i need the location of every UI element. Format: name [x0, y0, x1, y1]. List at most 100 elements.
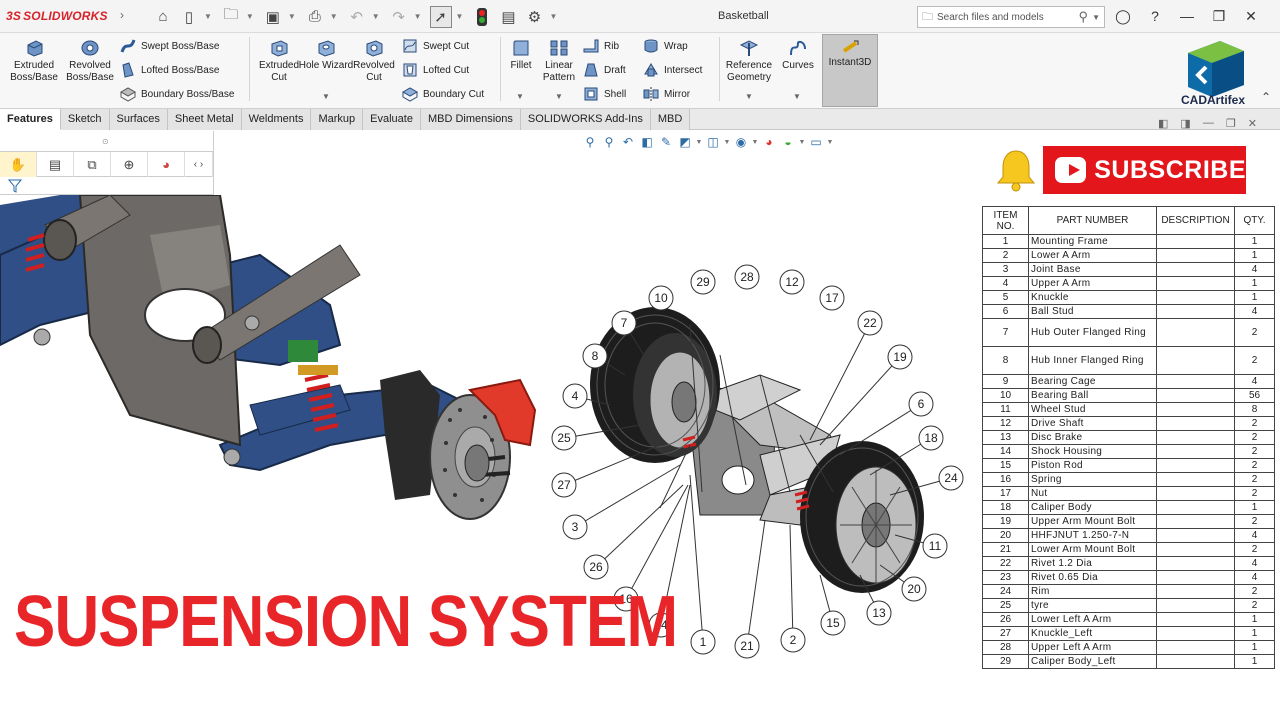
chevron-down-icon[interactable]: ▼: [799, 134, 806, 150]
menu-expand-icon[interactable]: ›: [120, 8, 124, 22]
curves-button[interactable]: Curves: [778, 37, 818, 72]
callout-balloon[interactable]: 10: [648, 285, 674, 311]
callout-balloon[interactable]: 11: [922, 533, 948, 559]
section-view-icon[interactable]: ◧: [639, 134, 655, 150]
chevron-down-icon[interactable]: ▼: [793, 92, 801, 101]
hide-show-items-icon[interactable]: ◉: [733, 134, 749, 150]
dimxpert-manager-tab-icon[interactable]: ⊕: [111, 152, 148, 177]
view-settings-icon[interactable]: ▭: [808, 134, 824, 150]
previous-view-icon[interactable]: ↶: [620, 134, 636, 150]
instant3d-button[interactable]: Instant3D: [822, 34, 878, 107]
lofted-boss-button[interactable]: Lofted Boss/Base: [120, 60, 219, 80]
extruded-boss-button[interactable]: Extruded Boss/Base: [6, 37, 62, 84]
rib-button[interactable]: Rib: [583, 36, 619, 56]
chevron-down-icon[interactable]: ▼: [549, 12, 557, 21]
new-document-icon[interactable]: ▯: [178, 6, 200, 28]
tile-right-icon[interactable]: ◨: [1180, 117, 1190, 130]
callout-balloon[interactable]: 19: [887, 344, 913, 370]
callout-balloon[interactable]: 29: [690, 269, 716, 295]
property-manager-tab-icon[interactable]: ▤: [37, 152, 74, 177]
chevron-down-icon[interactable]: ▼: [288, 12, 296, 21]
chevron-down-icon[interactable]: ▼: [745, 92, 753, 101]
callout-balloon[interactable]: 25: [551, 425, 577, 451]
save-icon[interactable]: ▣: [262, 6, 284, 28]
callout-balloon[interactable]: 12: [779, 269, 805, 295]
close-icon[interactable]: ✕: [1248, 117, 1257, 130]
chevron-down-icon[interactable]: ▼: [724, 134, 731, 150]
configuration-manager-tab-icon[interactable]: ⧉: [74, 152, 111, 177]
callout-balloon[interactable]: 7: [611, 310, 637, 336]
zoom-to-area-icon[interactable]: ⚲: [601, 134, 617, 150]
callout-balloon[interactable]: 6: [908, 391, 934, 417]
edit-appearance-icon[interactable]: ◕: [761, 134, 777, 150]
chevron-down-icon[interactable]: ▼: [456, 12, 464, 21]
open-folder-icon[interactable]: 🗀: [220, 6, 242, 28]
draft-button[interactable]: Draft: [583, 60, 626, 80]
tab-solidworks-addins[interactable]: SOLIDWORKS Add-Ins: [520, 109, 651, 130]
apply-scene-icon[interactable]: ◒: [780, 134, 796, 150]
callout-balloon[interactable]: 27: [551, 472, 577, 498]
search-box[interactable]: 🗀 Search files and models ⚲ ▼: [917, 6, 1105, 28]
minimize-icon[interactable]: —: [1203, 117, 1214, 130]
tab-surfaces[interactable]: Surfaces: [109, 109, 168, 130]
close-icon[interactable]: ✕: [1242, 5, 1260, 27]
tab-mbd[interactable]: MBD: [650, 109, 691, 130]
chevron-down-icon[interactable]: ▼: [827, 134, 834, 150]
callout-balloon[interactable]: 26: [583, 554, 609, 580]
lofted-cut-button[interactable]: Lofted Cut: [402, 60, 469, 80]
boundary-cut-button[interactable]: Boundary Cut: [402, 84, 484, 104]
feature-manager-tab-icon[interactable]: ✋: [0, 152, 37, 177]
collapse-ribbon-icon[interactable]: ⌃: [1261, 90, 1271, 104]
callout-balloon[interactable]: 13: [866, 600, 892, 626]
callout-balloon[interactable]: 28: [734, 264, 760, 290]
chevron-down-icon[interactable]: ▼: [322, 92, 330, 101]
display-manager-tab-icon[interactable]: ◕: [148, 152, 185, 177]
callout-balloon[interactable]: 1: [690, 629, 716, 655]
shell-button[interactable]: Shell: [583, 84, 626, 104]
restore-icon[interactable]: ❐: [1226, 117, 1236, 130]
minimize-icon[interactable]: —: [1178, 5, 1196, 27]
chevron-down-icon[interactable]: ▼: [1092, 13, 1100, 22]
mirror-button[interactable]: Mirror: [643, 84, 690, 104]
print-icon[interactable]: ⎙: [304, 6, 326, 28]
tab-markup[interactable]: Markup: [311, 109, 364, 130]
callout-balloon[interactable]: 22: [857, 310, 883, 336]
callout-balloon[interactable]: 4: [562, 383, 588, 409]
reference-geometry-button[interactable]: Reference Geometry: [722, 37, 776, 84]
callout-balloon[interactable]: 24: [938, 465, 964, 491]
tab-scroll-arrows-icon[interactable]: ‹ ›: [185, 152, 213, 177]
subscribe-button[interactable]: SUBSCRIBE: [1043, 146, 1246, 194]
callout-balloon[interactable]: 17: [819, 285, 845, 311]
tab-features[interactable]: Features: [0, 109, 61, 130]
chevron-down-icon[interactable]: ▼: [555, 92, 563, 101]
view-orientation-icon[interactable]: ◩: [677, 134, 693, 150]
boundary-boss-button[interactable]: Boundary Boss/Base: [120, 84, 234, 104]
swept-cut-button[interactable]: Swept Cut: [402, 36, 469, 56]
callout-balloon[interactable]: 15: [820, 610, 846, 636]
callout-balloon[interactable]: 3: [562, 514, 588, 540]
callout-balloon[interactable]: 20: [901, 576, 927, 602]
swept-boss-button[interactable]: Swept Boss/Base: [120, 36, 219, 56]
search-input[interactable]: Search files and models: [937, 12, 1075, 23]
chevron-down-icon[interactable]: ▼: [752, 134, 759, 150]
chevron-down-icon[interactable]: ▼: [204, 12, 212, 21]
chevron-down-icon[interactable]: ▼: [696, 134, 703, 150]
tab-sheet-metal[interactable]: Sheet Metal: [167, 109, 242, 130]
user-icon[interactable]: ◯: [1114, 5, 1132, 27]
tab-evaluate[interactable]: Evaluate: [363, 109, 421, 130]
tile-left-icon[interactable]: ◧: [1158, 117, 1168, 130]
callout-balloon[interactable]: 18: [918, 425, 944, 451]
revolved-boss-button[interactable]: Revolved Boss/Base: [62, 37, 118, 84]
zoom-to-fit-icon[interactable]: ⚲: [582, 134, 598, 150]
tab-mbd-dimensions[interactable]: MBD Dimensions: [420, 109, 521, 130]
help-icon[interactable]: ?: [1146, 5, 1164, 27]
rebuild-traffic-light-icon[interactable]: [471, 6, 493, 28]
undo-icon[interactable]: ↶: [346, 6, 368, 28]
panel-grip-icon[interactable]: ⊙: [102, 137, 109, 146]
home-icon[interactable]: ⌂: [152, 6, 174, 28]
chevron-down-icon[interactable]: ▼: [372, 12, 380, 21]
linear-pattern-button[interactable]: Linear Pattern: [538, 37, 580, 84]
callout-balloon[interactable]: 8: [582, 343, 608, 369]
chevron-down-icon[interactable]: ▼: [516, 92, 524, 101]
select-cursor-icon[interactable]: ➚: [429, 5, 452, 28]
